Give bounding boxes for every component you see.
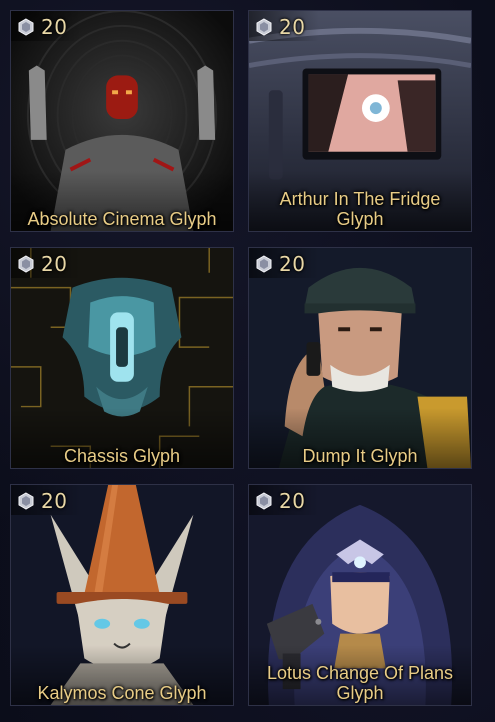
platinum-icon xyxy=(18,18,34,36)
price-tag: 20 xyxy=(255,15,305,39)
price-value: 20 xyxy=(279,252,306,276)
platinum-icon xyxy=(18,492,34,510)
glyph-tile-absolute-cinema[interactable]: 20 Absolute Cinema Glyph xyxy=(10,10,234,232)
glyph-name: Kalymos Cone Glyph xyxy=(37,683,207,703)
platinum-icon xyxy=(256,255,272,273)
glyph-tile-kalymos-cone[interactable]: 20 Kalymos Cone Glyph xyxy=(10,484,234,706)
glyph-tile-chassis[interactable]: 20 Chassis Glyph xyxy=(10,247,234,469)
glyph-tile-dump-it[interactable]: 20 Dump It Glyph xyxy=(248,247,472,469)
platinum-icon xyxy=(18,255,34,273)
price-value: 20 xyxy=(279,15,306,39)
price-tag: 20 xyxy=(17,252,67,276)
glyph-name: Lotus Change Of Plans Glyph xyxy=(266,663,454,703)
price-value: 20 xyxy=(41,15,68,39)
price-tag: 20 xyxy=(255,252,305,276)
glyph-name: Dump It Glyph xyxy=(302,446,418,466)
platinum-icon xyxy=(256,492,272,510)
glyph-name: Absolute Cinema Glyph xyxy=(27,209,217,229)
price-tag: 20 xyxy=(255,489,305,513)
glyph-tile-arthur-in-the-fridge[interactable]: 20 Arthur In The Fridge Glyph xyxy=(248,10,472,232)
price-tag: 20 xyxy=(17,489,67,513)
glyph-name: Arthur In The Fridge Glyph xyxy=(279,189,441,229)
price-value: 20 xyxy=(41,252,68,276)
glyph-name: Chassis Glyph xyxy=(63,446,181,466)
price-value: 20 xyxy=(41,489,68,513)
platinum-icon xyxy=(256,18,272,36)
glyph-grid: 20 Absolute Cinema Glyph 20 Arthur In Th… xyxy=(0,0,495,722)
price-value: 20 xyxy=(279,489,306,513)
glyph-tile-lotus-change-of-plans[interactable]: 20 Lotus Change Of Plans Glyph xyxy=(248,484,472,706)
price-tag: 20 xyxy=(17,15,67,39)
